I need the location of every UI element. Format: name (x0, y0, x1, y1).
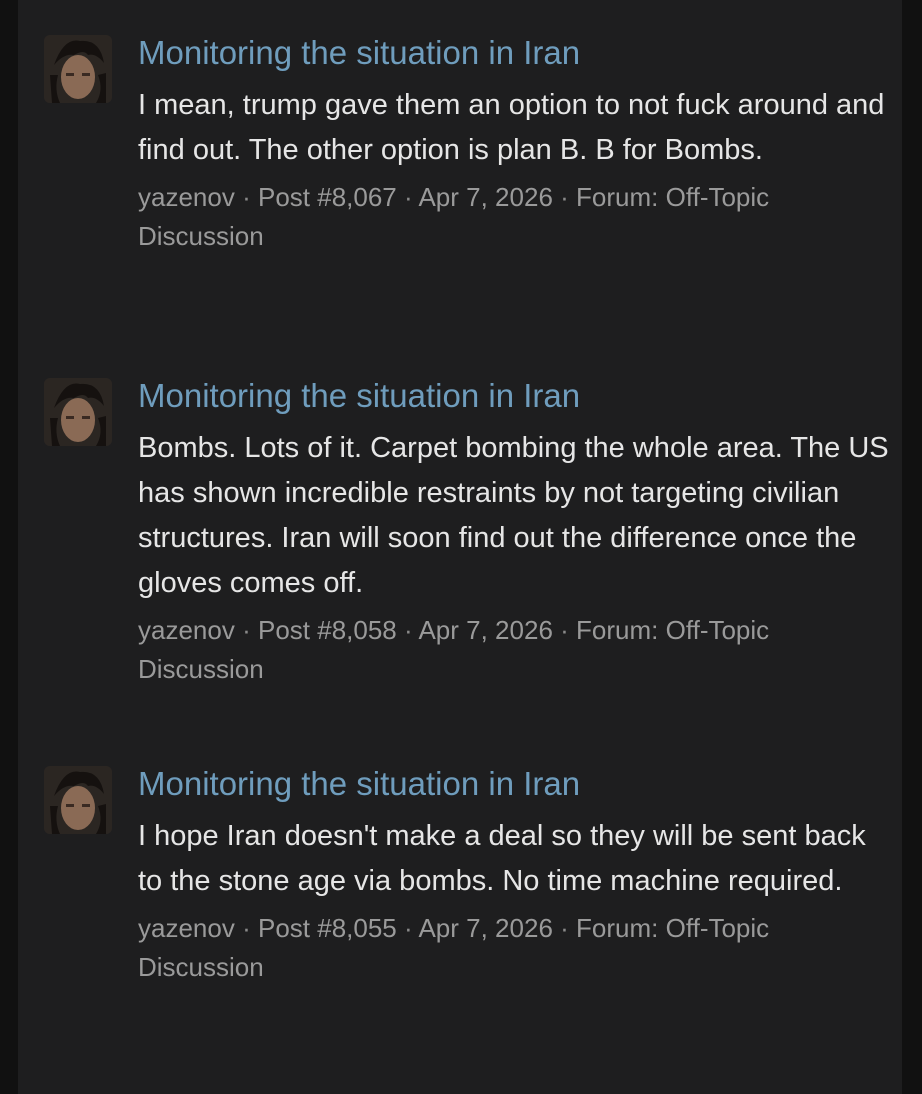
meta-separator: · (404, 182, 413, 212)
post-number-link[interactable]: Post #8,058 (258, 615, 397, 645)
meta-separator: · (242, 913, 251, 943)
meta-separator: · (560, 182, 569, 212)
post-number-link[interactable]: Post #8,055 (258, 913, 397, 943)
post-date: Apr 7, 2026 (418, 615, 553, 645)
search-results-panel: Monitoring the situation in Iran I mean,… (18, 0, 902, 1094)
post-meta: yazenov · Post #8,055 · Apr 7, 2026 · Fo… (138, 909, 894, 987)
post-meta: yazenov · Post #8,067 · Apr 7, 2026 · Fo… (138, 178, 894, 256)
post-meta: yazenov · Post #8,058 · Apr 7, 2026 · Fo… (138, 611, 894, 689)
meta-separator: · (404, 913, 413, 943)
post-snippet[interactable]: I mean, trump gave them an option to not… (138, 83, 894, 173)
meta-separator: · (242, 615, 251, 645)
thread-title-link[interactable]: Monitoring the situation in Iran (138, 376, 894, 416)
thread-title-link[interactable]: Monitoring the situation in Iran (138, 33, 894, 73)
meta-separator: · (560, 615, 569, 645)
user-avatar-icon[interactable] (44, 766, 112, 834)
author-link[interactable]: yazenov (138, 913, 235, 943)
author-link[interactable]: yazenov (138, 615, 235, 645)
post-snippet[interactable]: Bombs. Lots of it. Carpet bombing the wh… (138, 426, 894, 606)
meta-separator: · (560, 913, 569, 943)
post-number-link[interactable]: Post #8,067 (258, 182, 397, 212)
meta-separator: · (404, 615, 413, 645)
post-date: Apr 7, 2026 (418, 182, 553, 212)
user-avatar-icon[interactable] (44, 35, 112, 103)
post-date: Apr 7, 2026 (418, 913, 553, 943)
user-avatar-icon[interactable] (44, 378, 112, 446)
thread-title-link[interactable]: Monitoring the situation in Iran (138, 764, 894, 804)
author-link[interactable]: yazenov (138, 182, 235, 212)
meta-separator: · (242, 182, 251, 212)
post-snippet[interactable]: I hope Iran doesn't make a deal so they … (138, 814, 894, 904)
